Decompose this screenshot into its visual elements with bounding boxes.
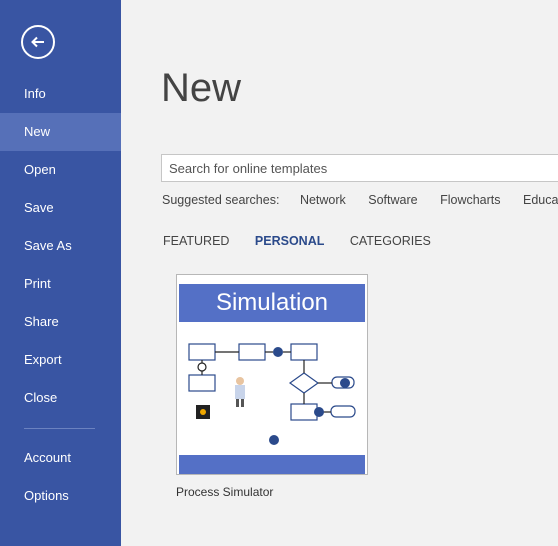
suggested-searches: Suggested searches: Network Software Flo… xyxy=(162,193,558,207)
thumbnail-footer-band xyxy=(179,455,365,474)
suggested-link-software[interactable]: Software xyxy=(368,193,417,207)
flowchart-diagram-icon xyxy=(188,343,356,445)
sidebar-divider xyxy=(24,428,95,429)
sidebar-item-new[interactable]: New xyxy=(0,113,121,151)
sidebar-item-open[interactable]: Open xyxy=(0,151,121,189)
page-title: New xyxy=(161,66,242,110)
sidebar-item-close[interactable]: Close xyxy=(0,379,121,417)
template-thumbnail[interactable]: Simulation xyxy=(176,274,368,475)
sidebar-item-account[interactable]: Account xyxy=(0,439,121,477)
template-card-process-simulator[interactable]: Simulation Process Simulator xyxy=(176,274,370,499)
sidebar-item-save[interactable]: Save xyxy=(0,189,121,227)
back-arrow-icon xyxy=(31,36,44,48)
suggested-link-network[interactable]: Network xyxy=(300,193,346,207)
sidebar-item-options[interactable]: Options xyxy=(0,477,121,515)
search-input[interactable] xyxy=(162,155,558,181)
sidebar-item-share[interactable]: Share xyxy=(0,303,121,341)
suggested-searches-label: Suggested searches: xyxy=(162,193,280,207)
suggested-link-flowcharts[interactable]: Flowcharts xyxy=(440,193,500,207)
sidebar-item-save-as[interactable]: Save As xyxy=(0,227,121,265)
thumbnail-title: Simulation xyxy=(179,284,365,322)
tab-featured[interactable]: FEATURED xyxy=(163,234,229,248)
template-tabs: FEATURED PERSONAL CATEGORIES xyxy=(163,234,453,248)
template-name: Process Simulator xyxy=(176,485,274,499)
suggested-link-education[interactable]: Education xyxy=(523,193,558,207)
sidebar-item-print[interactable]: Print xyxy=(0,265,121,303)
tab-categories[interactable]: CATEGORIES xyxy=(350,234,431,248)
template-search-box[interactable] xyxy=(161,154,558,182)
back-button[interactable] xyxy=(21,25,55,59)
tab-personal[interactable]: PERSONAL xyxy=(255,234,324,248)
sidebar-item-export[interactable]: Export xyxy=(0,341,121,379)
backstage-sidebar: Info New Open Save Save As Print Share E… xyxy=(0,0,121,546)
sidebar-item-info[interactable]: Info xyxy=(0,75,121,113)
